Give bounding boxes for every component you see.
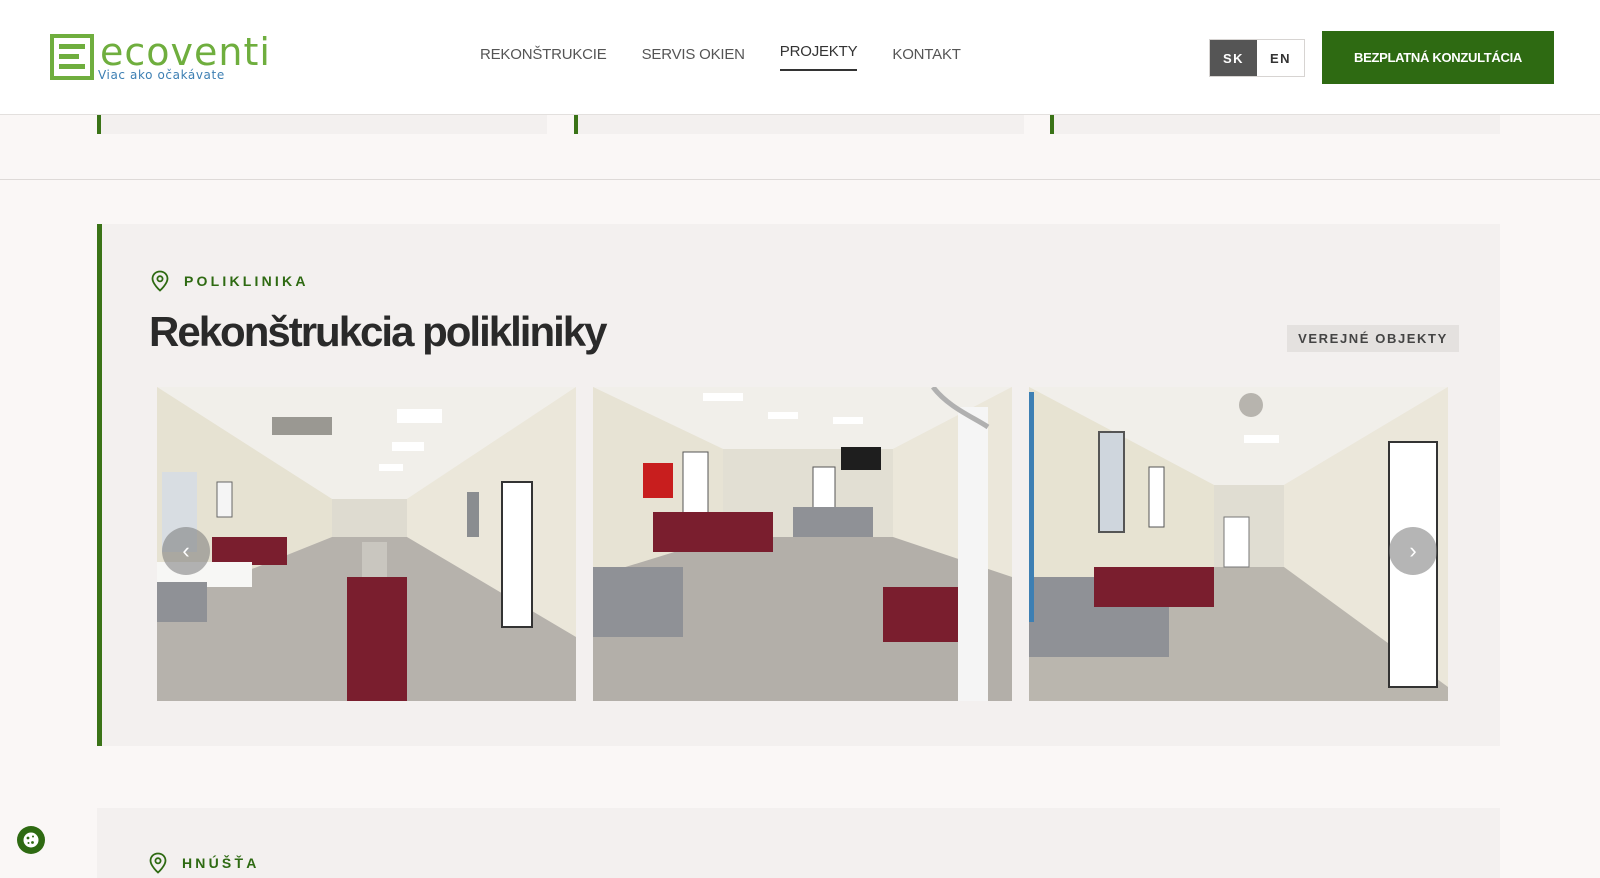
gallery-photo[interactable]: ‹ xyxy=(157,387,576,701)
project-gallery: ‹ › xyxy=(157,387,1454,701)
main-nav: REKONŠTRUKCIE SERVIS OKIEN PROJEKTY KONT… xyxy=(480,43,961,71)
cookie-settings-button[interactable] xyxy=(17,826,45,854)
project-location-label: HNÚŠŤA xyxy=(182,855,260,871)
chevron-right-icon: › xyxy=(1409,538,1417,563)
site-header: ecoventi Viac ako očakávate REKONŠTRUKCI… xyxy=(0,0,1600,115)
project-location-label: POLIKLINIKA xyxy=(184,273,309,289)
project-location: HNÚŠŤA xyxy=(148,852,260,874)
project-location: POLIKLINIKA xyxy=(150,270,309,292)
nav-item-rekonstrukcie[interactable]: REKONŠTRUKCIE xyxy=(480,46,607,71)
nav-item-servis-okien[interactable]: SERVIS OKIEN xyxy=(642,46,745,71)
nav-item-projekty[interactable]: PROJEKTY xyxy=(779,43,858,71)
gallery-prev-button[interactable]: ‹ xyxy=(162,527,210,575)
free-consultation-button[interactable]: BEZPLATNÁ KONZULTÁCIA xyxy=(1322,31,1554,84)
next-project-card: HNÚŠŤA xyxy=(97,808,1500,878)
nav-item-kontakt[interactable]: KONTAKT xyxy=(892,46,961,71)
logo-tagline: Viac ako očakávate xyxy=(98,68,225,82)
chevron-left-icon: ‹ xyxy=(182,538,190,563)
previous-project-card[interactable] xyxy=(574,113,1024,134)
project-category-badge[interactable]: VEREJNÉ OBJEKTY xyxy=(1287,325,1459,352)
cookie-icon xyxy=(23,832,39,848)
previous-project-card[interactable] xyxy=(97,113,547,134)
lang-sk-button[interactable]: SK xyxy=(1210,40,1257,76)
map-pin-icon xyxy=(149,852,167,874)
gallery-photo[interactable]: › xyxy=(1029,387,1448,701)
lang-en-button[interactable]: EN xyxy=(1257,40,1304,76)
previous-project-card[interactable] xyxy=(1050,113,1500,134)
language-switcher: SK EN xyxy=(1209,39,1305,77)
logo[interactable]: ecoventi Viac ako očakávate xyxy=(50,30,270,84)
project-card: POLIKLINIKA Rekonštrukcia polikliniky VE… xyxy=(97,224,1500,746)
gallery-photo[interactable] xyxy=(593,387,1012,701)
gallery-next-button[interactable]: › xyxy=(1389,527,1437,575)
map-pin-icon xyxy=(151,270,169,292)
section-divider xyxy=(0,179,1600,180)
logo-mark-icon xyxy=(50,34,94,80)
project-title: Rekonštrukcia polikliniky xyxy=(149,308,608,355)
